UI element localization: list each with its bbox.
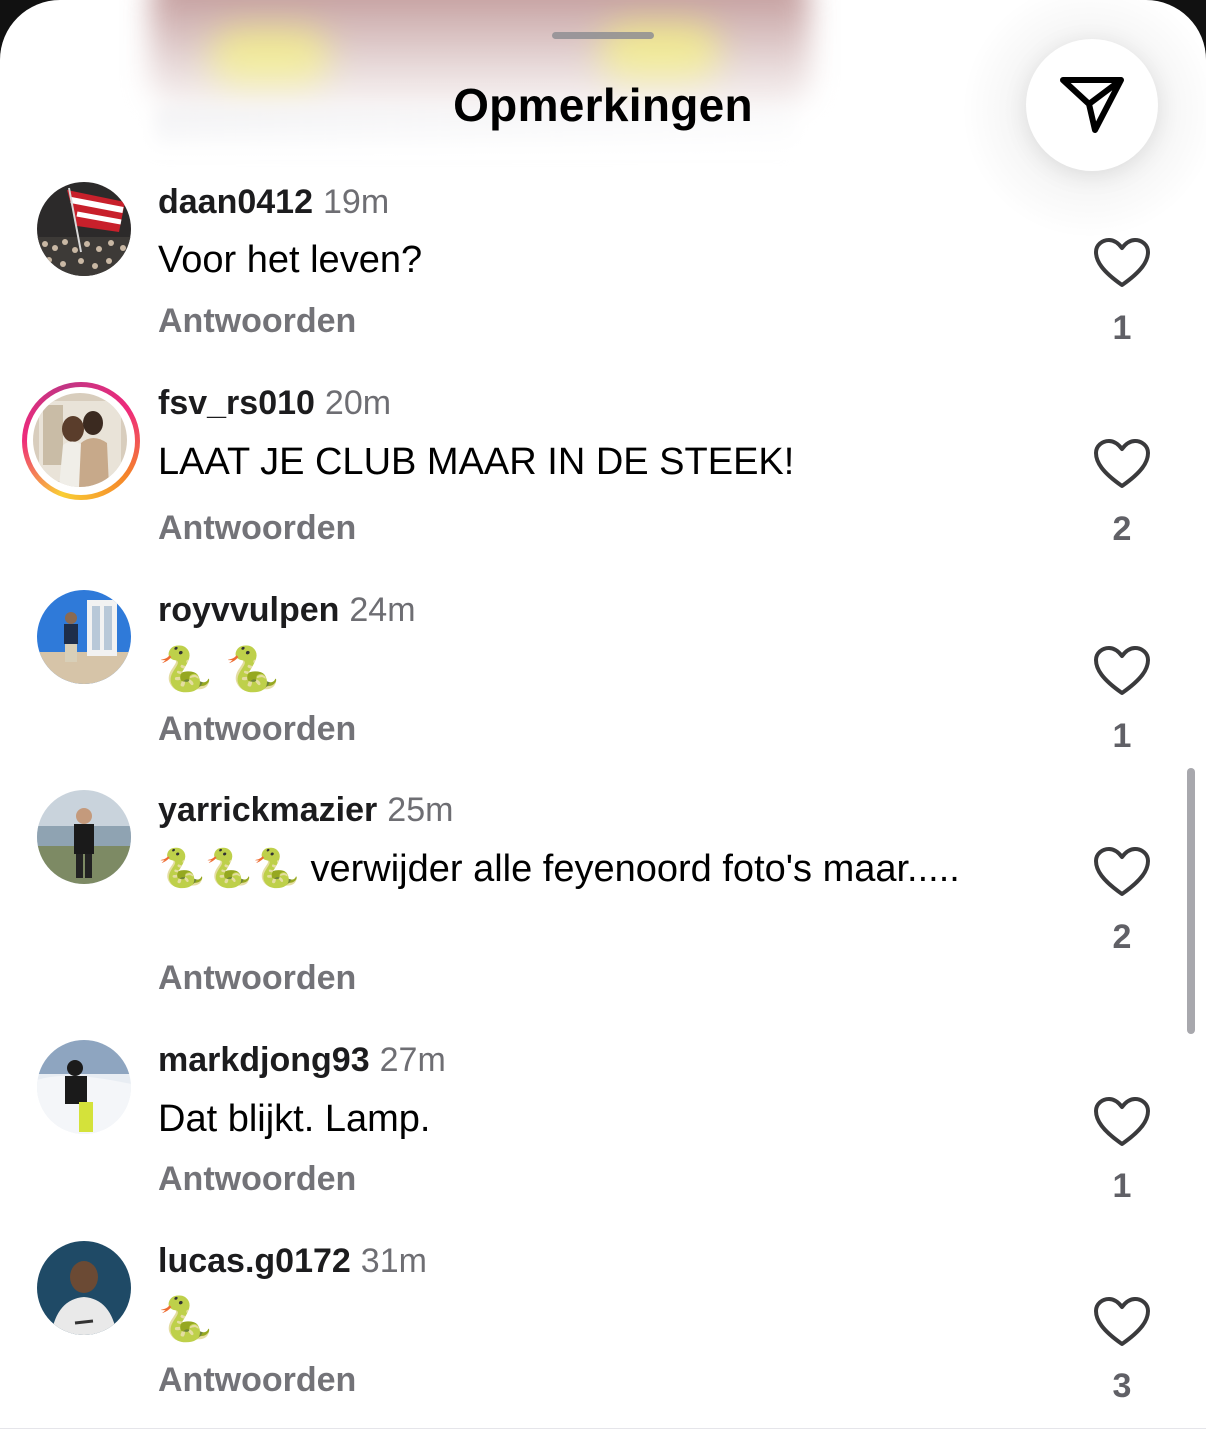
reply-button[interactable]: Antwoorden	[158, 710, 356, 749]
timestamp: 31m	[360, 1242, 427, 1280]
timestamp: 27m	[379, 1041, 446, 1079]
heart-icon[interactable]	[1092, 645, 1152, 697]
username[interactable]: lucas.g0172	[158, 1242, 351, 1280]
comment-text: LAAT JE CLUB MAAR IN DE STEEK!	[158, 441, 795, 483]
timestamp: 19m	[323, 183, 390, 221]
like-count: 1	[1112, 717, 1132, 755]
heart-icon[interactable]	[1092, 438, 1152, 490]
comment-text: 🐍🐍🐍 verwijder alle feyenoord foto's maar…	[158, 848, 960, 890]
like-count: 2	[1112, 918, 1132, 956]
avatar-image	[33, 393, 127, 487]
avatar[interactable]	[33, 393, 127, 487]
comment-text: Voor het leven?	[158, 239, 423, 281]
avatar-image	[37, 790, 131, 884]
comment-meta: lucas.g0172 31m	[158, 1241, 427, 1281]
like-count: 1	[1112, 309, 1132, 347]
heart-icon[interactable]	[1092, 1096, 1152, 1148]
scrollbar[interactable]	[1187, 768, 1195, 1034]
reply-button[interactable]: Antwoorden	[158, 509, 356, 548]
paper-plane-icon	[1060, 77, 1124, 133]
story-ring[interactable]	[22, 382, 140, 500]
avatar-image	[37, 182, 131, 276]
avatar[interactable]	[37, 1241, 131, 1335]
heart-icon[interactable]	[1092, 1296, 1152, 1348]
avatar[interactable]	[37, 1040, 131, 1134]
heart-icon[interactable]	[1092, 846, 1152, 898]
comment-meta: daan0412 19m	[158, 182, 389, 222]
timestamp: 24m	[349, 591, 416, 629]
heart-icon[interactable]	[1092, 237, 1152, 289]
comments-sheet: Opmerkingen daan0412 19m Voor het leven?…	[0, 0, 1206, 1438]
username[interactable]: markdjong93	[158, 1041, 370, 1079]
like-count: 1	[1112, 1167, 1132, 1205]
timestamp: 20m	[324, 384, 392, 422]
like-count: 2	[1112, 510, 1132, 548]
reply-button[interactable]: Antwoorden	[158, 959, 356, 998]
avatar-image	[37, 1241, 131, 1335]
share-button[interactable]	[1026, 39, 1158, 171]
username[interactable]: royvvulpen	[158, 591, 339, 629]
timestamp: 25m	[387, 791, 454, 829]
avatar[interactable]	[37, 790, 131, 884]
comment-meta: yarrickmazier 25m	[158, 790, 453, 830]
comment-text: Dat blijkt. Lamp.	[158, 1098, 431, 1140]
username[interactable]: fsv_rs010	[158, 384, 315, 422]
reply-button[interactable]: Antwoorden	[158, 1160, 356, 1199]
avatar[interactable]	[37, 182, 131, 276]
username[interactable]: yarrickmazier	[158, 791, 377, 829]
comment-meta: fsv_rs010 20m	[158, 383, 391, 423]
comment-text: 🐍	[158, 1295, 213, 1344]
avatar[interactable]	[37, 590, 131, 684]
comment-meta: markdjong93 27m	[158, 1040, 446, 1080]
avatar-image	[37, 1040, 131, 1134]
divider	[0, 1428, 1206, 1429]
username[interactable]: daan0412	[158, 183, 313, 221]
like-count: 3	[1112, 1367, 1132, 1405]
reply-button[interactable]: Antwoorden	[158, 302, 356, 341]
avatar-image	[37, 590, 131, 684]
reply-button[interactable]: Antwoorden	[158, 1361, 356, 1400]
drag-handle[interactable]	[552, 32, 654, 39]
comment-meta: royvvulpen 24m	[158, 590, 416, 630]
comment-text: 🐍 🐍	[158, 645, 280, 694]
